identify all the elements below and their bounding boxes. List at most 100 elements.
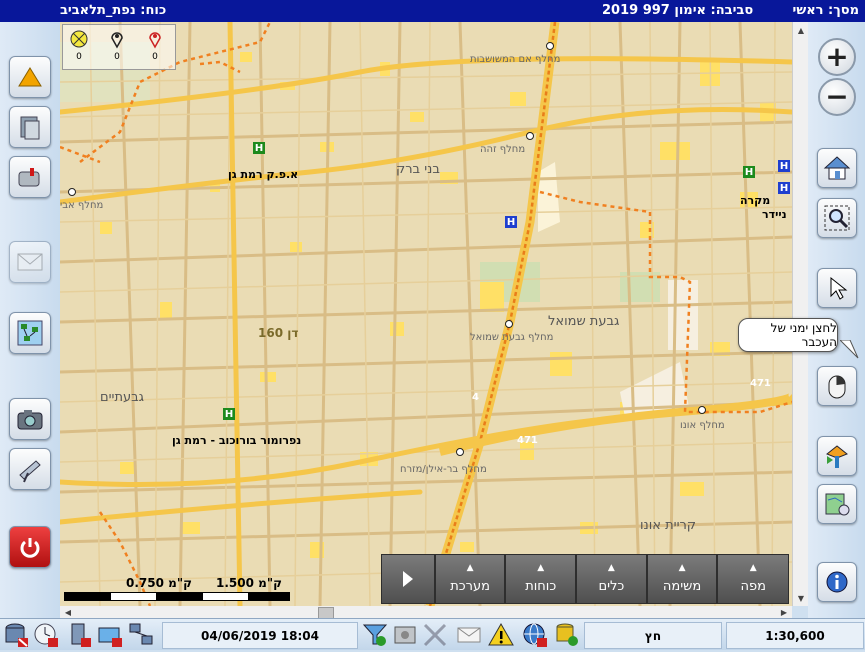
select-pointer-button[interactable] — [817, 268, 857, 308]
hospital-marker[interactable]: H — [253, 142, 265, 154]
telescope-icon — [19, 460, 41, 483]
bottom-menu: ▲ מערכת ▲ כוחות ▲ כלים ▲ משימה ▲ מפה — [381, 554, 789, 604]
tooltip: לחצן ימני של העכבר — [738, 318, 838, 352]
area-label-givat-shmuel: גבעת שמואל — [548, 314, 620, 329]
storage-disk-icon[interactable] — [392, 622, 418, 648]
plus-icon: + — [825, 40, 849, 73]
hospital-marker[interactable]: H — [778, 160, 790, 172]
menu-item-tools[interactable]: ▲ כלים — [576, 554, 647, 604]
horizontal-scrollbar[interactable]: ◀ ▶ — [60, 606, 792, 619]
area-label-bnei-brak: בני ברק — [396, 162, 440, 177]
network-button[interactable] — [9, 312, 51, 354]
map-settings-button[interactable] — [817, 484, 857, 524]
documents-button[interactable] — [9, 106, 51, 148]
interchange-label: מחלף אם המשושבות — [470, 54, 561, 65]
tooltip-pointer — [840, 340, 859, 359]
zoom-area-button[interactable] — [817, 198, 857, 238]
scale-bar: ק"מ 1.500 ק"מ 0.750 — [64, 576, 290, 602]
interchange-label: מחלף בר-אילן/מזרח — [400, 464, 487, 475]
road-label: 471 — [517, 435, 538, 446]
documents-icon — [20, 116, 40, 140]
db-ok-status-icon[interactable] — [554, 622, 580, 648]
map-pin-icon — [111, 32, 123, 49]
scroll-right-icon[interactable]: ▶ — [776, 606, 792, 618]
menu-item-map[interactable]: ▲ מפה — [717, 554, 789, 604]
zoom-area-icon — [824, 205, 850, 231]
crossed-circle-icon — [70, 30, 88, 48]
home-button[interactable] — [817, 148, 857, 188]
scale-label-750: ק"מ 0.750 — [126, 576, 192, 590]
clock-status-icon[interactable] — [33, 622, 59, 648]
poi-label: נפרומור בורוכוב - רמת גן — [172, 434, 302, 447]
interchange-label: מחלף זהה — [480, 144, 526, 155]
scroll-down-icon[interactable]: ▼ — [793, 592, 809, 604]
poi-label: ניידר — [762, 208, 787, 221]
power-button[interactable] — [9, 526, 51, 568]
scroll-left-icon[interactable]: ◀ — [60, 606, 76, 618]
area-label-givatayim: גבעתיים — [100, 390, 144, 405]
legend-count: 0 — [114, 52, 120, 62]
network-diagram-icon — [17, 320, 43, 346]
alert-button[interactable] — [9, 56, 51, 98]
interchange-label: מחלף אונו — [680, 420, 725, 431]
status-bar: 04/06/2019 18:04 חץ 1:30,600 — [0, 618, 865, 650]
status-datetime: 04/06/2019 18:04 — [162, 622, 358, 649]
menu-expand-button[interactable] — [381, 554, 435, 604]
info-icon — [826, 571, 848, 593]
environment-title: סביבה: אימון 997 2019 — [602, 3, 754, 18]
road-label: 471 — [750, 378, 771, 389]
hospital-marker[interactable]: H — [223, 408, 235, 420]
screen-title: מסך: ראשי — [792, 3, 859, 18]
telescope-button[interactable] — [9, 448, 51, 490]
info-button[interactable] — [817, 562, 857, 602]
network-status-icon[interactable] — [128, 622, 154, 648]
cursor-arrow-icon — [830, 276, 848, 300]
warning-triangle-icon — [18, 67, 42, 87]
mailbox-button[interactable] — [9, 156, 51, 198]
filter-status-icon[interactable] — [362, 622, 388, 648]
messages-button[interactable] — [9, 241, 51, 283]
vertical-scrollbar[interactable]: ▲ ▼ — [792, 22, 809, 606]
hospital-marker[interactable]: H — [743, 166, 755, 178]
title-bar: מסך: ראשי סביבה: אימון 997 2019 כוח: נפת… — [0, 0, 865, 22]
road-label: דן 160 — [258, 326, 299, 340]
mouse-icon — [828, 375, 846, 399]
envelope-status-icon[interactable] — [456, 622, 482, 648]
play-triangle-icon — [402, 571, 413, 587]
map-gear-icon — [825, 493, 850, 516]
menu-item-mission[interactable]: ▲ משימה — [646, 554, 718, 604]
camera-button[interactable] — [9, 398, 51, 440]
database-status-icon[interactable] — [3, 622, 29, 648]
warning-status-icon[interactable] — [488, 622, 514, 648]
road-label: 4 — [472, 392, 479, 403]
poi-label: מקרה — [740, 194, 771, 207]
zoom-in-button[interactable]: + — [818, 38, 856, 76]
area-label-kiryat-ono: קריית אונו — [640, 518, 697, 533]
zoom-out-button[interactable]: − — [818, 78, 856, 116]
left-toolbar — [0, 22, 60, 618]
menu-item-forces[interactable]: ▲ כוחות — [505, 554, 577, 604]
mailbox-icon — [18, 168, 40, 187]
hospital-marker[interactable]: H — [778, 182, 790, 194]
legend-item[interactable]: 0 — [65, 29, 93, 62]
scroll-up-icon[interactable]: ▲ — [793, 24, 809, 36]
map-pin-red-icon — [149, 32, 161, 49]
mail-status-icon[interactable] — [97, 622, 123, 648]
force-title: כוח: נפת_תלאביב — [60, 3, 167, 18]
hospital-marker[interactable]: H — [505, 216, 517, 228]
legend-item[interactable]: 0 — [103, 29, 131, 62]
home-icon — [823, 156, 851, 180]
status-scale-ratio: 1:30,600 — [726, 622, 864, 649]
map-view[interactable]: H H H H H H בני ברק גבעת שמואל גבעתיים ק… — [60, 22, 792, 606]
storage-status-icon[interactable] — [66, 622, 92, 648]
menu-item-system[interactable]: ▲ מערכת — [434, 554, 506, 604]
right-mouse-button[interactable] — [817, 366, 857, 406]
globe-status-icon[interactable] — [522, 622, 548, 648]
minus-icon: − — [825, 80, 849, 113]
legend-item[interactable]: 0 — [141, 29, 169, 62]
tools-icon — [826, 445, 848, 468]
legend-count: 0 — [76, 52, 82, 62]
satellite-status-icon[interactable] — [422, 622, 448, 648]
layers-button[interactable] — [817, 436, 857, 476]
power-icon — [20, 538, 40, 558]
